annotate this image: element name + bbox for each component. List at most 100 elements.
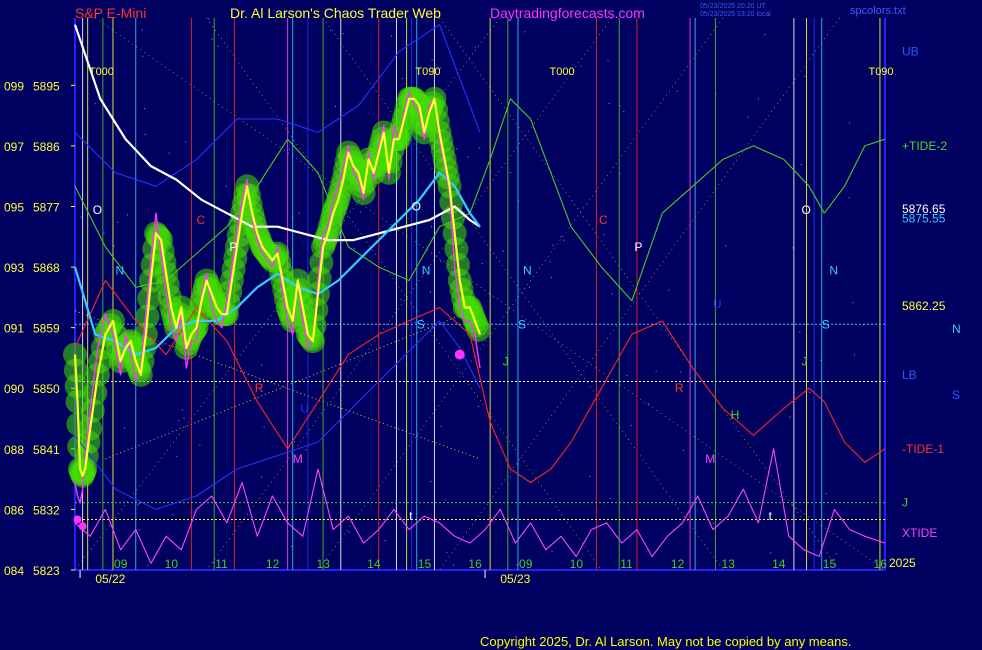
background-star [849, 122, 851, 124]
background-star [137, 504, 139, 506]
background-star [94, 103, 96, 105]
planet-letter: O [412, 199, 421, 213]
x-hour-label: 16 [468, 557, 482, 571]
y-tick-left: 091 [4, 322, 24, 336]
x-hour-label: 10 [570, 557, 584, 571]
background-star [353, 248, 355, 250]
background-star [401, 78, 403, 80]
copyright-footer: Copyright 2025, Dr. Al Larson. May not b… [480, 634, 852, 649]
background-star [475, 46, 477, 48]
y-tick-right: 5859 [33, 322, 60, 336]
planet-letter: U [713, 297, 722, 311]
x-hour-label: 10 [165, 557, 179, 571]
planet-letter: P [634, 240, 642, 254]
background-star [481, 263, 483, 265]
background-star [853, 354, 855, 356]
background-star [293, 441, 295, 443]
legend-label: 5875.55 [902, 212, 946, 226]
x-date-label: 05/22 [95, 572, 125, 586]
background-star [800, 163, 802, 165]
planet-letter: P [229, 240, 237, 254]
x-hour-label: 12 [266, 557, 280, 571]
background-star [124, 427, 126, 429]
background-star [80, 216, 82, 218]
background-star [607, 60, 609, 62]
planet-letter: M [705, 452, 715, 466]
background-star [804, 75, 806, 77]
x-hour-label: 14 [367, 557, 381, 571]
legend-label: N [952, 322, 961, 336]
planet-letter: S [822, 317, 830, 331]
diagonal-time-line [322, 17, 724, 571]
background-star [126, 214, 128, 216]
legend-label: LB [902, 368, 917, 382]
background-star [478, 147, 480, 149]
planet-letter: S [518, 317, 526, 331]
planet-letter: S [417, 317, 425, 331]
background-star [116, 221, 118, 223]
background-star [113, 245, 115, 247]
background-star [549, 261, 551, 263]
background-star [608, 103, 610, 105]
background-star [825, 492, 827, 494]
background-star [623, 111, 625, 113]
time-marker-label: T090 [415, 66, 440, 78]
background-star [509, 172, 511, 174]
y-tick-left: 093 [4, 261, 24, 275]
background-star [560, 236, 562, 238]
y-tick-left: 088 [4, 443, 24, 457]
x-date-label: 05/23 [500, 572, 530, 586]
series-line--tide-2 [74, 98, 886, 302]
planet-letter: C [197, 213, 206, 227]
background-star [747, 116, 749, 118]
background-star [676, 90, 678, 92]
y-tick-right: 5895 [33, 79, 60, 93]
background-star [809, 392, 811, 394]
background-star [456, 148, 458, 150]
background-star [444, 499, 446, 501]
background-star [789, 416, 791, 418]
x-hour-label: 09 [114, 557, 128, 571]
x-hour-label: 14 [772, 557, 786, 571]
background-star [609, 498, 611, 500]
background-star [305, 449, 307, 451]
y-tick-left: 090 [4, 382, 24, 396]
planet-letter: O [801, 203, 810, 217]
background-star [384, 540, 386, 542]
background-star [141, 29, 143, 31]
background-star [348, 531, 350, 533]
legend-label: 5862.25 [902, 299, 946, 313]
background-star [580, 65, 582, 67]
x-hour-label: 09 [519, 557, 533, 571]
background-star [758, 98, 760, 100]
x-hour-label: 13 [722, 557, 736, 571]
x-hour-label: 13 [317, 557, 331, 571]
background-star [668, 289, 670, 291]
background-star [103, 232, 105, 234]
background-star [291, 545, 293, 547]
y-tick-left: 099 [4, 79, 24, 93]
y-tick-left: 084 [4, 564, 24, 578]
background-star [359, 211, 361, 213]
background-star [429, 291, 431, 293]
background-star [440, 260, 442, 262]
time-marker-label: T000 [550, 66, 575, 78]
background-star [261, 364, 263, 366]
y-tick-left: 095 [4, 200, 24, 214]
x-hour-label: 15 [823, 557, 837, 571]
background-star [390, 35, 392, 37]
background-star [528, 286, 530, 288]
background-star [288, 148, 290, 150]
x-hour-label: 12 [671, 557, 685, 571]
background-star [453, 564, 455, 566]
legend-label: -TIDE-1 [902, 442, 944, 456]
time-marker-label: T000 [89, 66, 114, 78]
background-star [147, 564, 149, 566]
background-star [512, 518, 514, 520]
background-star [178, 420, 180, 422]
background-star [647, 403, 649, 405]
background-star [680, 371, 682, 373]
y-tick-right: 5823 [33, 564, 60, 578]
background-star [139, 529, 141, 531]
background-star [298, 212, 300, 214]
